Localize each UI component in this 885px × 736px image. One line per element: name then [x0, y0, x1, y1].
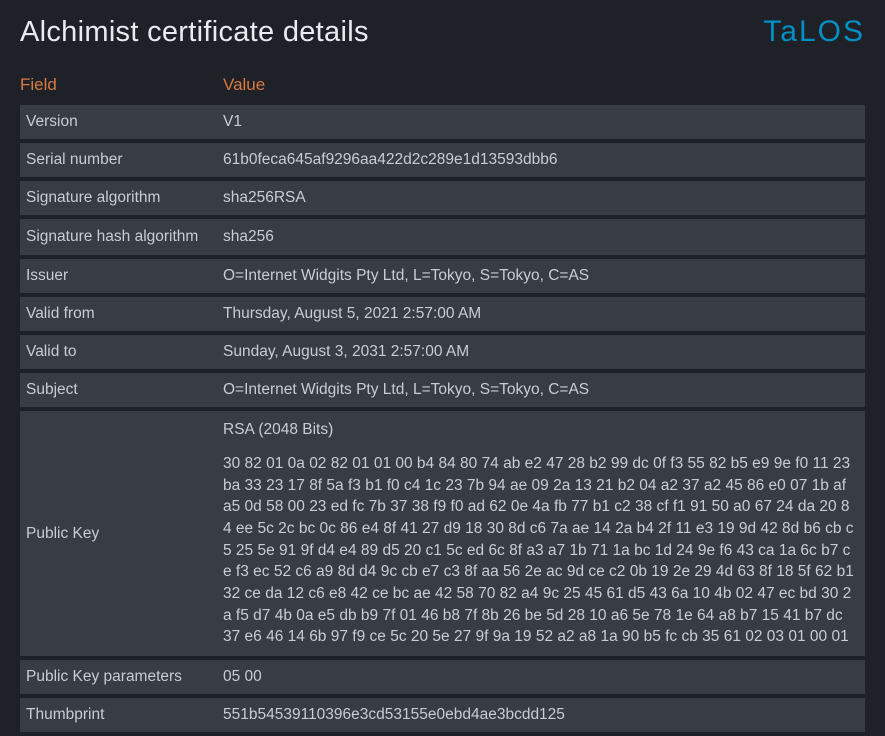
field-label: Signature algorithm: [20, 179, 215, 217]
table-row: Thumbprint 551b54539110396e3cd53155e0ebd…: [20, 696, 865, 734]
field-label: Public Key: [20, 409, 215, 658]
field-value: O=Internet Widgits Pty Ltd, L=Tokyo, S=T…: [215, 257, 865, 295]
field-label: Public Key parameters: [20, 658, 215, 696]
field-label: Thumbprint: [20, 696, 215, 734]
column-header-field: Field: [20, 67, 215, 105]
field-value: sha256: [215, 217, 865, 257]
field-label: Issuer: [20, 257, 215, 295]
table-row: Signature hash algorithm sha256: [20, 217, 865, 257]
field-value: RSA (2048 Bits) 30 82 01 0a 02 82 01 01 …: [215, 409, 865, 658]
field-value: 551b54539110396e3cd53155e0ebd4ae3bcdd125: [215, 696, 865, 734]
field-label: Valid from: [20, 295, 215, 333]
field-label: Version: [20, 105, 215, 141]
certificate-details-table: Field Value Version V1 Serial number 61b…: [20, 67, 865, 736]
field-value: sha256RSA: [215, 179, 865, 217]
field-label: Subject: [20, 371, 215, 409]
column-header-value: Value: [215, 67, 865, 105]
field-label: Serial number: [20, 141, 215, 179]
field-value: V1: [215, 105, 865, 141]
table-row: Signature algorithm sha256RSA: [20, 179, 865, 217]
field-label: Signature hash algorithm: [20, 217, 215, 257]
field-value: O=Internet Widgits Pty Ltd, L=Tokyo, S=T…: [215, 371, 865, 409]
page-title: Alchimist certificate details: [20, 16, 369, 49]
field-label: Valid to: [20, 333, 215, 371]
pubkey-type: RSA (2048 Bits): [223, 419, 855, 441]
table-row: Public Key parameters 05 00: [20, 658, 865, 696]
field-value: Thursday, August 5, 2021 2:57:00 AM: [215, 295, 865, 333]
pubkey-hex: 30 82 01 0a 02 82 01 01 00 b4 84 80 74 a…: [223, 453, 855, 648]
table-row: Issuer O=Internet Widgits Pty Ltd, L=Tok…: [20, 257, 865, 295]
field-value: 05 00: [215, 658, 865, 696]
table-row: Valid from Thursday, August 5, 2021 2:57…: [20, 295, 865, 333]
table-row: Valid to Sunday, August 3, 2031 2:57:00 …: [20, 333, 865, 371]
field-value: 61b0feca645af9296aa422d2c289e1d13593dbb6: [215, 141, 865, 179]
field-value: Sunday, August 3, 2031 2:57:00 AM: [215, 333, 865, 371]
table-row: Version V1: [20, 105, 865, 141]
table-row: Public Key RSA (2048 Bits) 30 82 01 0a 0…: [20, 409, 865, 658]
table-row: Subject O=Internet Widgits Pty Ltd, L=To…: [20, 371, 865, 409]
table-row: Serial number 61b0feca645af9296aa422d2c2…: [20, 141, 865, 179]
talos-logo: TaLOS: [763, 15, 865, 49]
